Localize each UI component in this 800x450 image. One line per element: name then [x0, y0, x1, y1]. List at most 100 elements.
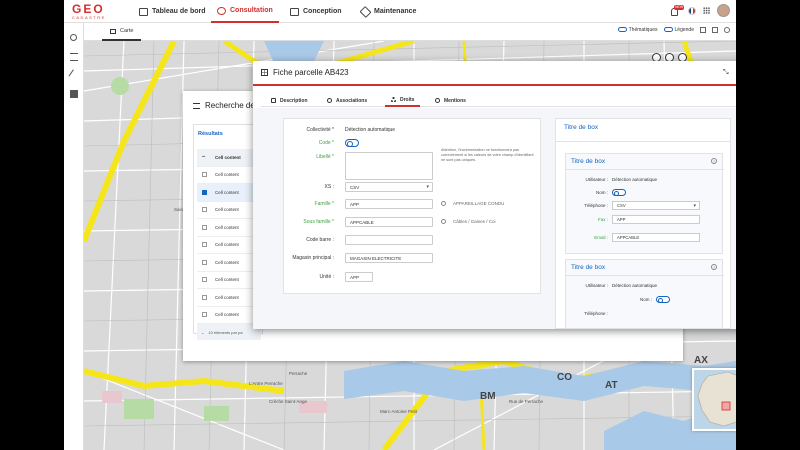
- code-toggle[interactable]: [345, 139, 359, 147]
- nav-consultation[interactable]: Consultation: [211, 0, 279, 23]
- field-nom: Nom :: [566, 188, 724, 198]
- row-checkbox[interactable]: [202, 189, 207, 195]
- cell: Cell content: [215, 224, 239, 230]
- settings-icon[interactable]: [724, 27, 730, 33]
- pagination-footer[interactable]: ⌄ 10 éléments par pa: [197, 324, 261, 340]
- help-icon[interactable]: ?: [711, 158, 717, 164]
- nav-label: Tableau de bord: [152, 8, 206, 15]
- nom-toggle[interactable]: [656, 296, 670, 303]
- side-text: APPAREILLAGE CONDU: [453, 201, 505, 206]
- box-title: Titre de box: [571, 264, 606, 271]
- sous-famille-description: Câbles / Gaines / Coi: [441, 219, 496, 224]
- form-card: Collectivité * Détection automatique Cod…: [283, 118, 541, 294]
- notifications-button[interactable]: NEW: [671, 4, 685, 16]
- list-icon: [193, 102, 200, 109]
- pen-icon[interactable]: [68, 69, 80, 81]
- user-avatar[interactable]: [717, 4, 730, 17]
- thematiques-toggle[interactable]: Thématiques: [617, 27, 658, 33]
- apps-grid-icon[interactable]: [703, 7, 710, 14]
- row-checkbox[interactable]: [202, 277, 207, 283]
- tab-associations[interactable]: Associations: [327, 94, 367, 107]
- table-row[interactable]: Cell content: [197, 237, 261, 254]
- row-checkbox[interactable]: [202, 259, 207, 265]
- field-label: Téléphone :: [584, 311, 608, 316]
- language-flag-icon[interactable]: [688, 6, 696, 15]
- row-checkbox[interactable]: [202, 312, 207, 318]
- code-barre-input[interactable]: [345, 235, 433, 245]
- modal-tabs: Description Associations Droits Mentions: [261, 94, 736, 107]
- modal-header: Fiche parcelle AB423 ⤡ ✕: [253, 61, 736, 86]
- book-icon[interactable]: [70, 90, 78, 98]
- sous-famille-input[interactable]: APPCABLE: [345, 217, 433, 227]
- magasin-input[interactable]: MAGASIN ELECTRICITE: [345, 253, 433, 263]
- libelle-textarea[interactable]: [345, 152, 433, 180]
- field-value: Détection automatique: [612, 177, 658, 182]
- field-label: Code barre :: [306, 237, 334, 243]
- table-row[interactable]: Cell content: [197, 289, 261, 307]
- column-header: Cell content: [215, 154, 241, 160]
- recherche-title: Recherche de p: [193, 101, 261, 110]
- table-row[interactable]: Cell content: [197, 219, 261, 237]
- famille-description: APPAREILLAGE CONDU: [441, 201, 504, 206]
- layers-icon[interactable]: [70, 53, 78, 61]
- select-all-checkbox[interactable]: –: [202, 154, 207, 160]
- row-checkbox[interactable]: [202, 224, 207, 230]
- link-icon: [327, 98, 332, 103]
- search-icon[interactable]: [441, 219, 446, 224]
- field-value: Détection automatique: [345, 127, 396, 133]
- minimap[interactable]: [692, 368, 736, 431]
- table-row[interactable]: Cell content: [197, 272, 261, 289]
- row-checkbox[interactable]: [202, 242, 207, 248]
- xs-select[interactable]: CSV: [345, 182, 433, 192]
- nav-tableau-de-bord[interactable]: Tableau de bord: [139, 0, 206, 23]
- tab-droits[interactable]: Droits: [385, 94, 421, 107]
- table-row[interactable]: Cell content: [197, 167, 261, 184]
- left-toolbar: [64, 23, 84, 450]
- field-fax: Fax : APP: [566, 215, 724, 225]
- thematiques-label: Thématiques: [628, 27, 658, 33]
- field-label: Famille *: [314, 201, 334, 207]
- table-row[interactable]: Cell content: [197, 202, 261, 219]
- help-icon[interactable]: ?: [711, 264, 717, 270]
- tab-description[interactable]: Description: [271, 94, 308, 107]
- copy-icon[interactable]: [700, 27, 706, 33]
- external-link-icon[interactable]: [712, 27, 718, 33]
- table-row[interactable]: Cell content: [197, 184, 261, 202]
- famille-input[interactable]: APP: [345, 199, 433, 209]
- table-row[interactable]: Cell content: [197, 254, 261, 272]
- cell: Cell content: [215, 207, 239, 213]
- nom-toggle[interactable]: [612, 189, 626, 196]
- logo-text: GEO: [72, 2, 105, 16]
- table-row[interactable]: Cell content: [197, 307, 261, 324]
- field-label: Utilisateur :: [585, 283, 608, 288]
- telephone-select[interactable]: CSV: [612, 201, 700, 210]
- nav-label: Consultation: [230, 7, 273, 14]
- modal-title-text: Fiche parcelle AB423: [273, 68, 349, 77]
- search-icon[interactable]: [441, 201, 446, 206]
- unite-input[interactable]: APP: [345, 272, 373, 282]
- logo[interactable]: GEO CADASTRE: [72, 3, 120, 20]
- field-label: Téléphone :: [584, 203, 608, 208]
- field-label: Collectivité *: [306, 127, 334, 133]
- email-input[interactable]: APPCABLE: [612, 233, 700, 242]
- row-checkbox[interactable]: [202, 172, 207, 178]
- fax-input[interactable]: APP: [612, 215, 700, 224]
- minimize-icon[interactable]: ⤡: [723, 69, 729, 77]
- row-checkbox[interactable]: [202, 294, 207, 300]
- row-checkbox[interactable]: [202, 207, 207, 213]
- nav-maintenance[interactable]: Maintenance: [359, 0, 416, 23]
- field-telephone: Téléphone :: [566, 309, 724, 319]
- logo-subtext: CADASTRE: [72, 15, 106, 20]
- document-icon: [271, 98, 276, 103]
- right-box-panel: Titre de box Titre de box ? Utilisateur …: [555, 118, 731, 329]
- tab-carte[interactable]: Carte: [102, 23, 142, 41]
- search-icon[interactable]: [70, 34, 77, 41]
- divider: [556, 141, 730, 142]
- eye-icon: [217, 6, 226, 15]
- chevron-down-icon: ⌄: [201, 329, 205, 335]
- nav-conception[interactable]: Conception: [290, 0, 342, 23]
- field-sous-famille: Sous famille * APPCABLE: [284, 217, 542, 229]
- legende-toggle[interactable]: Légende: [663, 27, 694, 33]
- map-label: AT: [605, 380, 618, 391]
- tab-mentions[interactable]: Mentions: [435, 94, 466, 107]
